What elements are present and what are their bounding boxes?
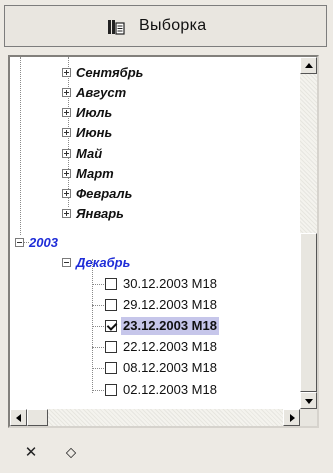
tree-node-label: Август — [76, 85, 127, 100]
up-down-chevron-icon[interactable]: ⬦ — [62, 444, 80, 462]
scroll-down-button[interactable] — [300, 392, 317, 409]
file-label: 02.12.2003 M18 — [123, 382, 217, 397]
tree-node-label: 2003 — [29, 235, 58, 250]
file-checkbox-checked[interactable] — [105, 320, 117, 332]
tree-node-label: Декабрь — [76, 255, 131, 270]
tree-connector — [92, 284, 104, 285]
tree-connector — [92, 326, 104, 327]
expand-plus-icon[interactable] — [62, 68, 71, 77]
arrow-down-icon — [305, 399, 313, 404]
file-label: 23.12.2003 M18 — [121, 317, 219, 335]
header-title: Выборка — [139, 17, 207, 34]
expand-plus-icon[interactable] — [62, 209, 71, 218]
expand-plus-icon[interactable] — [62, 149, 71, 158]
expand-plus-icon[interactable] — [62, 169, 71, 178]
tree-view[interactable]: Сентябрь Август Июль Июнь Май Март Февра… — [8, 55, 319, 428]
bottom-toolbar: ✕ ⬦ — [0, 432, 333, 473]
tree-node-label: Сентябрь — [76, 65, 144, 80]
arrow-up-icon — [305, 63, 313, 68]
tree-node-label: Февраль — [76, 186, 133, 201]
tree-connector — [92, 305, 104, 306]
expand-plus-icon[interactable] — [62, 189, 71, 198]
arrow-right-icon — [290, 414, 295, 422]
arrow-left-icon — [16, 414, 21, 422]
tree-node-label: Январь — [76, 206, 124, 221]
file-label: 29.12.2003 M18 — [123, 297, 217, 312]
tree-node-label: Май — [76, 146, 103, 161]
tree-connector — [92, 368, 104, 369]
close-x-icon[interactable]: ✕ — [22, 444, 40, 462]
columns-document-icon — [108, 20, 125, 35]
tree-panel-window: Выборка Сентябрь Август Июль Июнь Май Ма… — [0, 0, 333, 473]
collapse-minus-icon[interactable] — [62, 258, 71, 267]
vertical-scroll-thumb[interactable] — [300, 233, 317, 392]
file-checkbox[interactable] — [105, 384, 117, 396]
vertical-scrollbar[interactable] — [300, 57, 317, 409]
file-checkbox[interactable] — [105, 299, 117, 311]
scrollbar-corner — [300, 409, 317, 426]
header-bar: Выборка — [4, 5, 327, 47]
horizontal-scrollbar[interactable] — [10, 409, 300, 426]
file-checkbox[interactable] — [105, 341, 117, 353]
collapse-minus-icon[interactable] — [15, 238, 24, 247]
expand-plus-icon[interactable] — [62, 128, 71, 137]
tree-connector — [92, 390, 104, 391]
tree-node-label: Март — [76, 166, 114, 181]
tree-node-label: Июль — [76, 105, 113, 120]
scroll-up-button[interactable] — [300, 57, 317, 74]
scroll-right-button[interactable] — [283, 409, 300, 426]
file-checkbox[interactable] — [105, 278, 117, 290]
tree-node-label: Июнь — [76, 125, 113, 140]
file-label: 22.12.2003 M18 — [123, 339, 217, 354]
horizontal-scroll-thumb[interactable] — [27, 409, 48, 426]
tree-connector — [92, 347, 104, 348]
expand-plus-icon[interactable] — [62, 88, 71, 97]
file-checkbox[interactable] — [105, 362, 117, 374]
file-label: 30.12.2003 M18 — [123, 276, 217, 291]
scroll-left-button[interactable] — [10, 409, 27, 426]
tree-guide-line — [20, 57, 21, 235]
file-label: 08.12.2003 M18 — [123, 360, 217, 375]
expand-plus-icon[interactable] — [62, 108, 71, 117]
